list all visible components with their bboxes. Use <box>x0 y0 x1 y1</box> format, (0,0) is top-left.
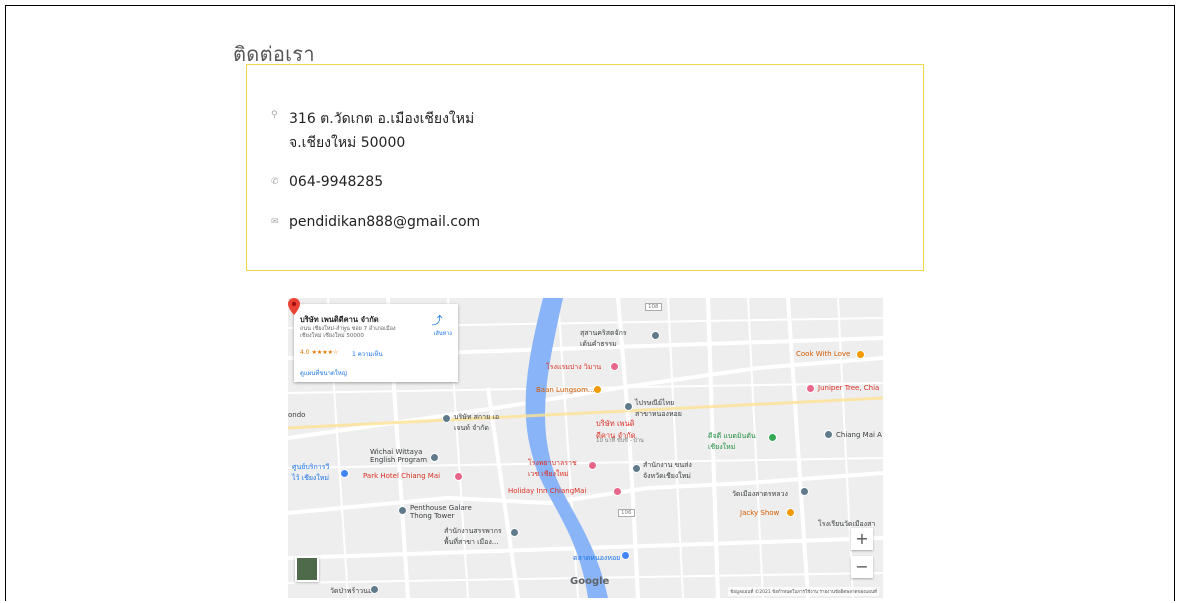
road-shield-106: 106 <box>618 509 635 517</box>
hotel-marker-icon[interactable] <box>613 487 622 496</box>
temple-marker-icon[interactable] <box>800 487 809 496</box>
place-name: บริษัท เพนดิดีคาน จำกัด <box>300 315 379 324</box>
zoom-in-button[interactable]: + <box>851 528 873 550</box>
road-shield-108: 108 <box>645 303 662 311</box>
poi-marker-icon[interactable] <box>398 506 407 515</box>
address-line-1: 316 ต.วัดเกต อ.เมืองเชียงใหม่ <box>289 111 475 127</box>
restaurant-marker-icon[interactable] <box>856 350 865 359</box>
view-larger-map-link[interactable]: ดูแผนที่ขนาดใหญ่ <box>300 368 347 378</box>
map-label-wat-mueang: วัดเมืองสาตรหลวง <box>732 490 788 498</box>
shop-marker-icon[interactable] <box>340 469 349 478</box>
email-row: ✉ pendidikan888@gmail.com <box>271 214 480 230</box>
directions-icon[interactable]: ⤴ <box>430 312 444 327</box>
map-label-wichai: Wichai Wittaya English Program <box>370 448 428 464</box>
map-label-service-center: ศูนย์บริการวี ไว้ เชียงใหม่ <box>292 463 330 482</box>
map-label-cemetery: สุสานคริสตจักร เต้นคำธรรม <box>580 329 627 348</box>
hospital-marker-icon[interactable] <box>588 461 597 470</box>
restaurant-marker-icon[interactable] <box>786 508 795 517</box>
hotel-marker-icon[interactable] <box>610 362 619 371</box>
map-label-chiang-mai-a: Chiang Mai A <box>836 431 882 439</box>
google-logo: Google <box>570 576 610 587</box>
envelope-icon: ✉ <box>271 217 279 227</box>
map-label-hospital: โรงพยาบาลราช เวช เชียงใหม่ <box>528 459 577 478</box>
map-label-holiday-inn: Holiday Inn ChiangMai <box>508 487 587 495</box>
school-marker-icon[interactable] <box>430 453 439 462</box>
map-label-talat: ตลาดหนองหอย <box>573 554 621 562</box>
map-label-park-hotel: Park Hotel Chiang Mai <box>363 472 441 480</box>
address-line-2: จ.เชียงใหม่ 50000 <box>289 135 406 151</box>
location-pin-icon: ⚲ <box>271 110 278 120</box>
map-label-post-office: ไปรษณีย์ไทย สาขาหนองหอย <box>635 399 682 418</box>
email-address[interactable]: pendidikan888@gmail.com <box>289 214 480 230</box>
shop-marker-icon[interactable] <box>621 551 630 560</box>
map-label-office-dept: สำนักงาน ขนส่ง จังหวัดเชียงใหม่ <box>643 461 692 480</box>
zoom-out-button[interactable]: − <box>851 556 873 578</box>
poi-marker-icon[interactable] <box>651 331 660 340</box>
map-attribution[interactable]: ข้อมูลแผนที่ ©2021 ข้อกำหนดในการใช้งาน ร… <box>728 587 879 596</box>
phone-row: ✆ 064-9948285 <box>271 174 383 190</box>
map-label-cook-with-love: Cook With Love <box>796 350 851 358</box>
post-office-marker-icon[interactable] <box>624 402 633 411</box>
temple-marker-icon[interactable] <box>370 585 379 594</box>
address-text: 316 ต.วัดเกต อ.เมืองเชียงใหม่ จ.เชียงใหม… <box>289 107 474 155</box>
office-marker-icon[interactable] <box>632 464 641 473</box>
place-address: ถนน เชียงใหม่-ลำพูน ซอย 7 อำเภอเมือง เชี… <box>300 326 396 339</box>
map-label-juniper-tree: Juniper Tree, Chia <box>818 384 880 392</box>
map-label-company-sakai: บริษัท สกาย เอ เจนท์ จำกัด <box>454 413 500 432</box>
map-label-tax-office: สำนักงานสรรพากร พื้นที่สาขา เมือง... <box>444 527 502 546</box>
map-label-rongraem: โรงแรมปาง วิมาน <box>546 363 602 371</box>
map-label-badminton: ดีจดี แบดมินตัน เชียงใหม่ <box>708 432 756 451</box>
contact-box: ⚲ 316 ต.วัดเกต อ.เมืองเชียงใหม่ จ.เชียงใ… <box>246 64 924 271</box>
map-label-jacky-show: Jacky Show <box>740 509 780 517</box>
hotel-marker-icon[interactable] <box>454 472 463 481</box>
map-label-ondo: ondo <box>288 411 306 419</box>
sports-marker-icon[interactable] <box>768 433 777 442</box>
google-map-embed[interactable]: บริษัท เพนดิดีคาน จำกัด ถนน เชียงใหม่-ลำ… <box>288 298 883 598</box>
phone-number[interactable]: 064-9948285 <box>289 174 383 190</box>
place-info-card: บริษัท เพนดิดีคาน จำกัด ถนน เชียงใหม่-ลำ… <box>294 304 458 382</box>
place-rating: 4.0 ★★★★☆ <box>300 349 339 356</box>
address-row: ⚲ 316 ต.วัดเกต อ.เมืองเชียงใหม่ จ.เชียงใ… <box>271 107 474 155</box>
poi-marker-icon[interactable] <box>824 430 833 439</box>
phone-icon: ✆ <box>271 177 279 187</box>
map-label-baan-lungsom: Baan Lungsom... <box>536 386 595 394</box>
place-reviews-link[interactable]: 1 ความเห็น <box>352 349 383 359</box>
hotel-marker-icon[interactable] <box>806 384 815 393</box>
location-marker-icon[interactable] <box>288 298 300 315</box>
satellite-toggle-button[interactable] <box>295 556 319 582</box>
poi-marker-icon[interactable] <box>442 414 451 423</box>
directions-link[interactable]: เส้นทาง <box>434 330 452 338</box>
map-label-penthouse: Penthouse Galare Thong Tower <box>410 504 472 520</box>
office-marker-icon[interactable] <box>510 528 519 537</box>
map-label-pendidikan-sub: 10 นาที ขับขี่ - บ้าน <box>596 438 644 444</box>
